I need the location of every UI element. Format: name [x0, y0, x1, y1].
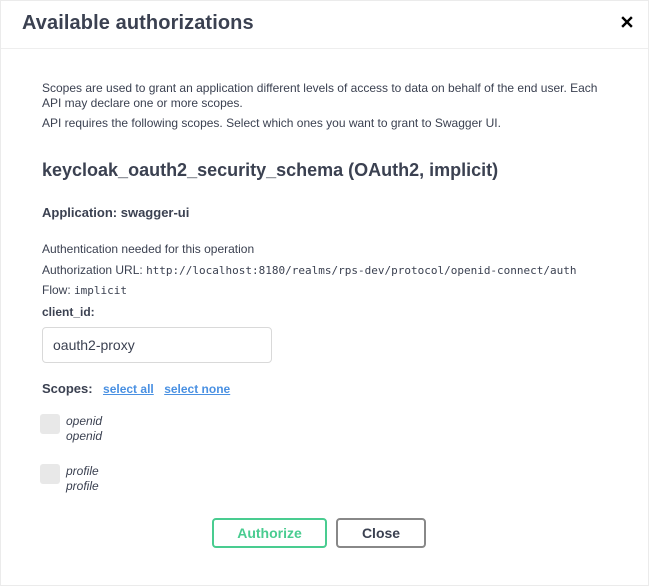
security-scheme-title: keycloak_oauth2_security_schema (OAuth2,…	[42, 160, 499, 180]
authorizations-modal: Available authorizations Scopes are used…	[0, 0, 649, 586]
auth-url-line: Authorization URL: http://localhost:8180…	[42, 263, 577, 278]
auth-needed-text: Authentication needed for this operation	[42, 242, 255, 256]
client-id-input[interactable]	[42, 327, 272, 363]
client-id-label: client_id:	[42, 305, 95, 319]
scope-description: profile	[66, 479, 99, 493]
application-label: Application:	[42, 205, 118, 220]
flow-label: Flow:	[42, 283, 71, 297]
application-value: swagger-ui	[120, 205, 190, 220]
close-icon[interactable]	[620, 13, 636, 31]
scope-checkbox-openid[interactable]	[40, 414, 60, 434]
scope-name: profile	[66, 464, 99, 478]
scope-description: openid	[66, 429, 103, 443]
flow-value: implicit	[74, 284, 127, 297]
close-button[interactable]: Close	[336, 518, 426, 548]
scopes-header: Scopes: select all select none	[42, 380, 230, 396]
scopes-requirement: API requires the following scopes. Selec…	[42, 116, 501, 130]
select-none-link[interactable]: select none	[164, 382, 230, 396]
scope-name: openid	[66, 414, 103, 428]
auth-url-value: http://localhost:8180/realms/rps-dev/pro…	[146, 264, 577, 277]
scopes-label: Scopes:	[42, 381, 93, 396]
application-line: Application: swagger-ui	[42, 205, 189, 220]
scope-checkbox-profile[interactable]	[40, 464, 60, 484]
scopes-description: Scopes are used to grant an application …	[42, 81, 598, 110]
select-all-link[interactable]: select all	[103, 382, 154, 396]
modal-title: Available authorizations	[22, 12, 254, 34]
authorize-button[interactable]: Authorize	[212, 518, 327, 548]
auth-url-label: Authorization URL:	[42, 263, 143, 277]
modal-header: Available authorizations	[1, 1, 648, 49]
flow-line: Flow: implicit	[42, 283, 127, 298]
